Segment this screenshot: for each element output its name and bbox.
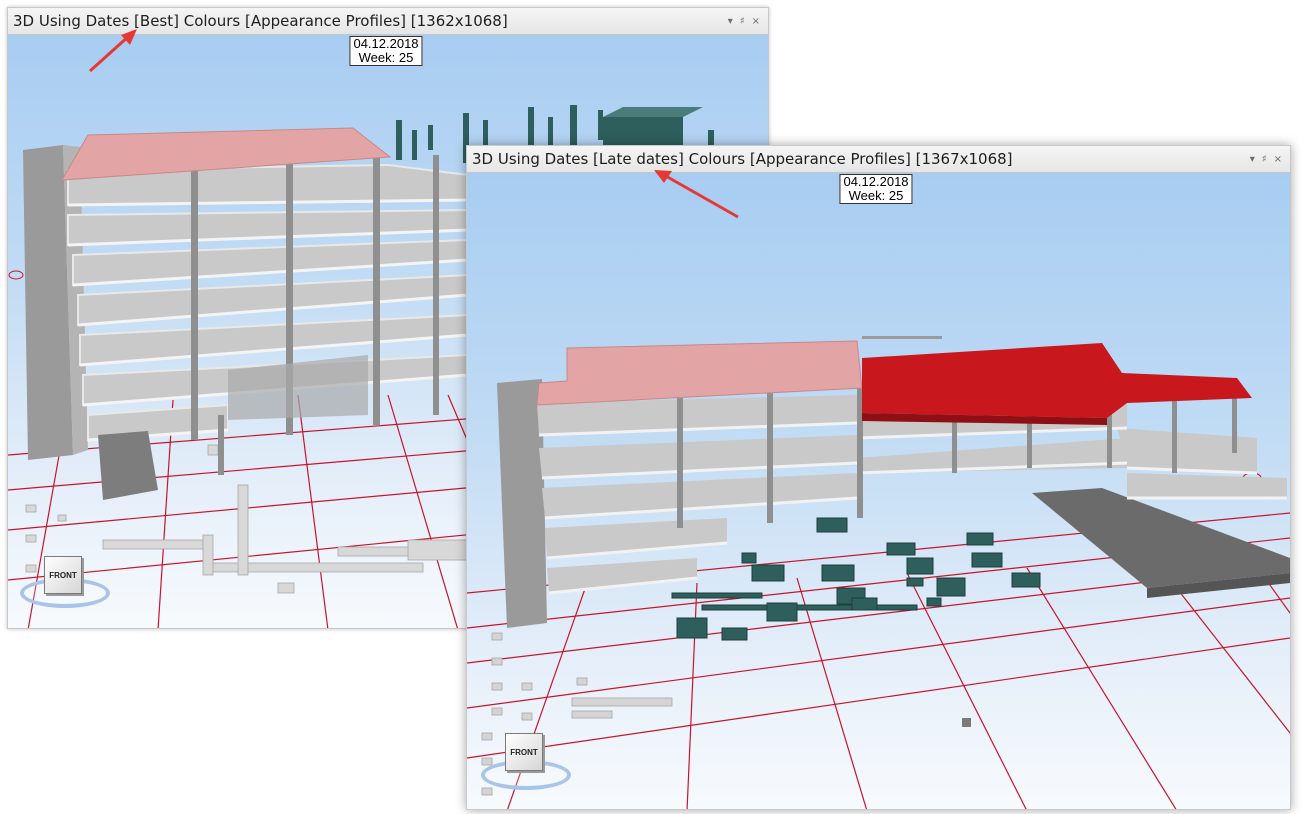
close-icon[interactable]: ×: [1274, 154, 1282, 165]
callout-arrow-best: [88, 29, 137, 73]
3d-viewport[interactable]: 04.12.2018 Week: 25 FRONT: [467, 173, 1290, 809]
callout-arrow-late-dates: [654, 170, 739, 219]
panel-title: 3D Using Dates [Best] Colours [Appearanc…: [13, 12, 508, 30]
date-text: 04.12.2018: [353, 36, 419, 51]
minimize-chevron-icon[interactable]: ▾: [728, 16, 733, 27]
panel-late-dates: 3D Using Dates [Late dates] Colours [App…: [466, 145, 1291, 810]
date-week-label: 04.12.2018 Week: 25: [349, 36, 423, 66]
building-3d-view: [467, 336, 1290, 809]
viewcube-face-label: FRONT: [49, 570, 77, 580]
viewcube[interactable]: FRONT: [44, 556, 82, 594]
week-text: Week: 25: [358, 50, 414, 65]
minimize-chevron-icon[interactable]: ▾: [1250, 154, 1255, 165]
close-icon[interactable]: ×: [752, 16, 760, 27]
viewcube-face-label: FRONT: [510, 747, 538, 757]
pin-icon[interactable]: ♯: [1262, 154, 1267, 165]
date-text: 04.12.2018: [843, 174, 909, 189]
viewcube[interactable]: FRONT: [505, 733, 543, 771]
panel-titlebar[interactable]: 3D Using Dates [Late dates] Colours [App…: [467, 146, 1290, 173]
date-week-label: 04.12.2018 Week: 25: [839, 174, 913, 204]
pin-icon[interactable]: ♯: [740, 16, 745, 27]
week-text: Week: 25: [848, 188, 904, 203]
